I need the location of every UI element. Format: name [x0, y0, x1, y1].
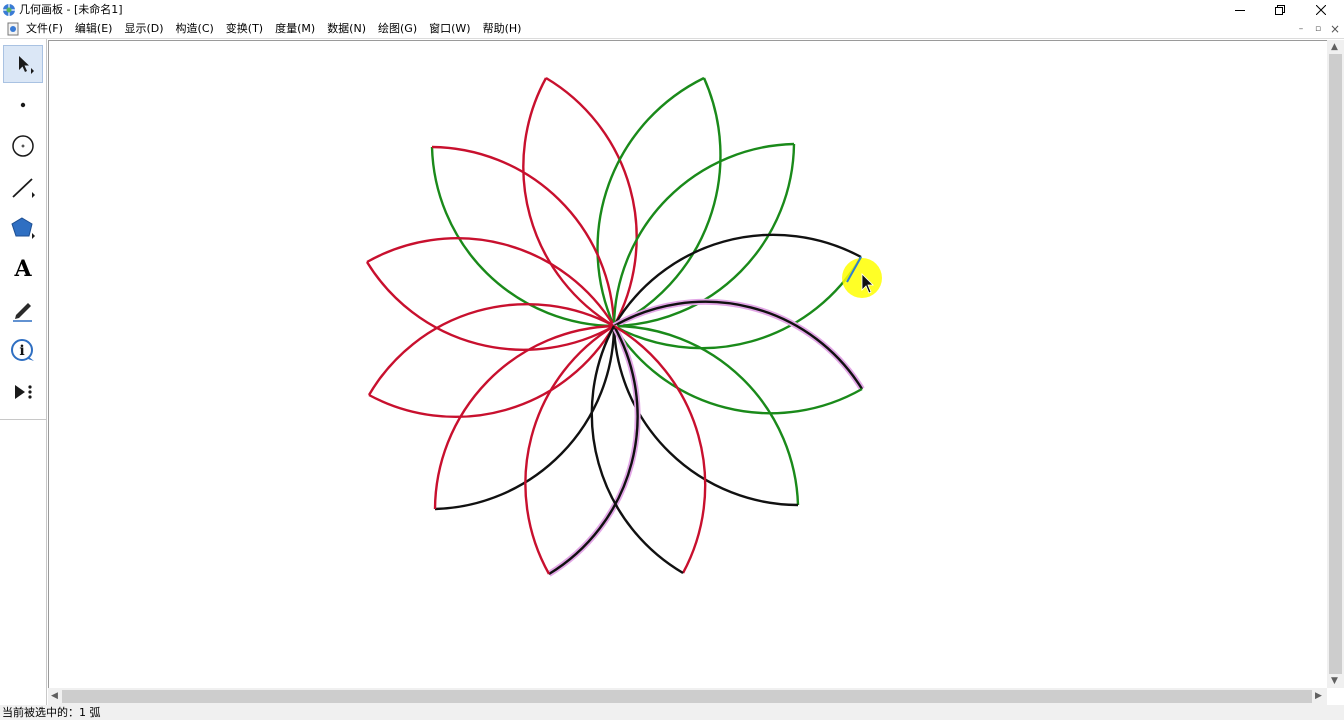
scroll-right-icon[interactable]: ▶	[1315, 691, 1322, 701]
menu-edit[interactable]: 编辑(E)	[75, 21, 113, 37]
pentagon-icon	[11, 217, 35, 239]
document-icon[interactable]	[6, 22, 20, 36]
geometer-app-icon	[3, 4, 15, 16]
petal-arc-selected[interactable]	[548, 325, 639, 576]
doc-minimize-button[interactable]: –	[1294, 22, 1308, 36]
scroll-down-icon[interactable]: ▼	[1331, 676, 1338, 686]
point-icon	[20, 102, 26, 108]
toolbox-empty-area	[0, 420, 47, 706]
menu-window[interactable]: 窗口(W)	[429, 21, 470, 37]
menu-display[interactable]: 显示(D)	[124, 21, 163, 37]
petal-arc[interactable]	[367, 302, 615, 396]
menu-bar: 文件(F) 编辑(E) 显示(D) 构造(C) 变换(T) 度量(M) 数据(N…	[0, 20, 1344, 39]
horizontal-scrollbar[interactable]: ◀ ▶	[48, 688, 1327, 705]
petal-arc[interactable]	[596, 76, 705, 327]
status-bar: 当前被选中的：1 弧	[0, 705, 1344, 720]
menu-transform[interactable]: 变换(T)	[226, 21, 263, 37]
compass-tool[interactable]	[3, 127, 43, 165]
menu-list: 文件(F) 编辑(E) 显示(D) 构造(C) 变换(T) 度量(M) 数据(N…	[26, 21, 533, 37]
scroll-left-icon[interactable]: ◀	[51, 691, 58, 701]
doc-restore-button[interactable]: ▫	[1311, 22, 1325, 36]
scroll-up-icon[interactable]: ▲	[1331, 42, 1338, 52]
status-text: 当前被选中的：1 弧	[2, 706, 101, 719]
menu-construct[interactable]: 构造(C)	[176, 21, 214, 37]
point-tool[interactable]	[3, 86, 43, 124]
petal-arc[interactable]	[366, 237, 616, 327]
polygon-tool[interactable]	[3, 209, 43, 247]
petal-arc[interactable]	[368, 325, 616, 419]
menu-help[interactable]: 帮助(H)	[483, 21, 522, 37]
horizontal-scroll-thumb[interactable]	[62, 690, 1312, 703]
menu-graph[interactable]: 绘图(G)	[378, 21, 417, 37]
restore-button[interactable]	[1257, 0, 1303, 20]
circle-icon	[12, 135, 34, 157]
petal-arc[interactable]	[524, 324, 615, 575]
doc-close-button[interactable]: ×	[1328, 22, 1342, 36]
minimize-icon	[1235, 9, 1245, 11]
petal-arc[interactable]	[522, 77, 615, 328]
text-tool[interactable]: A	[3, 250, 43, 288]
petal-arc[interactable]	[545, 76, 638, 327]
title-bar: 几何画板 - [未命名1]	[0, 0, 1344, 20]
marker-tool[interactable]	[3, 291, 43, 329]
close-icon	[1316, 5, 1326, 15]
sketch-canvas[interactable]	[48, 40, 1327, 689]
straightedge-tool[interactable]	[3, 168, 43, 206]
play-more-icon	[15, 385, 32, 399]
window-title: 几何画板 - [未命名1]	[19, 3, 123, 16]
svg-text:i: i	[19, 343, 24, 359]
menu-file[interactable]: 文件(F)	[26, 21, 63, 37]
vertical-scrollbar[interactable]: ▲ ▼	[1327, 40, 1344, 688]
petal-arcs-drawing[interactable]	[49, 41, 1327, 689]
arrow-select-icon	[19, 56, 34, 74]
restore-icon	[1275, 5, 1285, 15]
petal-arc[interactable]	[612, 325, 863, 415]
arrow-select-tool[interactable]	[3, 45, 43, 83]
menu-measure[interactable]: 度量(M)	[275, 21, 315, 37]
line-segment-icon	[12, 178, 35, 198]
menu-data[interactable]: 数据(N)	[327, 21, 366, 37]
close-button[interactable]	[1298, 0, 1344, 20]
information-tool[interactable]: i	[3, 332, 43, 370]
text-a-icon: A	[14, 256, 32, 282]
custom-tool[interactable]	[3, 373, 43, 411]
pen-icon	[13, 303, 32, 322]
vertical-scroll-thumb[interactable]	[1329, 54, 1342, 674]
info-icon: i	[11, 339, 34, 361]
toolbox: A i	[0, 39, 47, 420]
